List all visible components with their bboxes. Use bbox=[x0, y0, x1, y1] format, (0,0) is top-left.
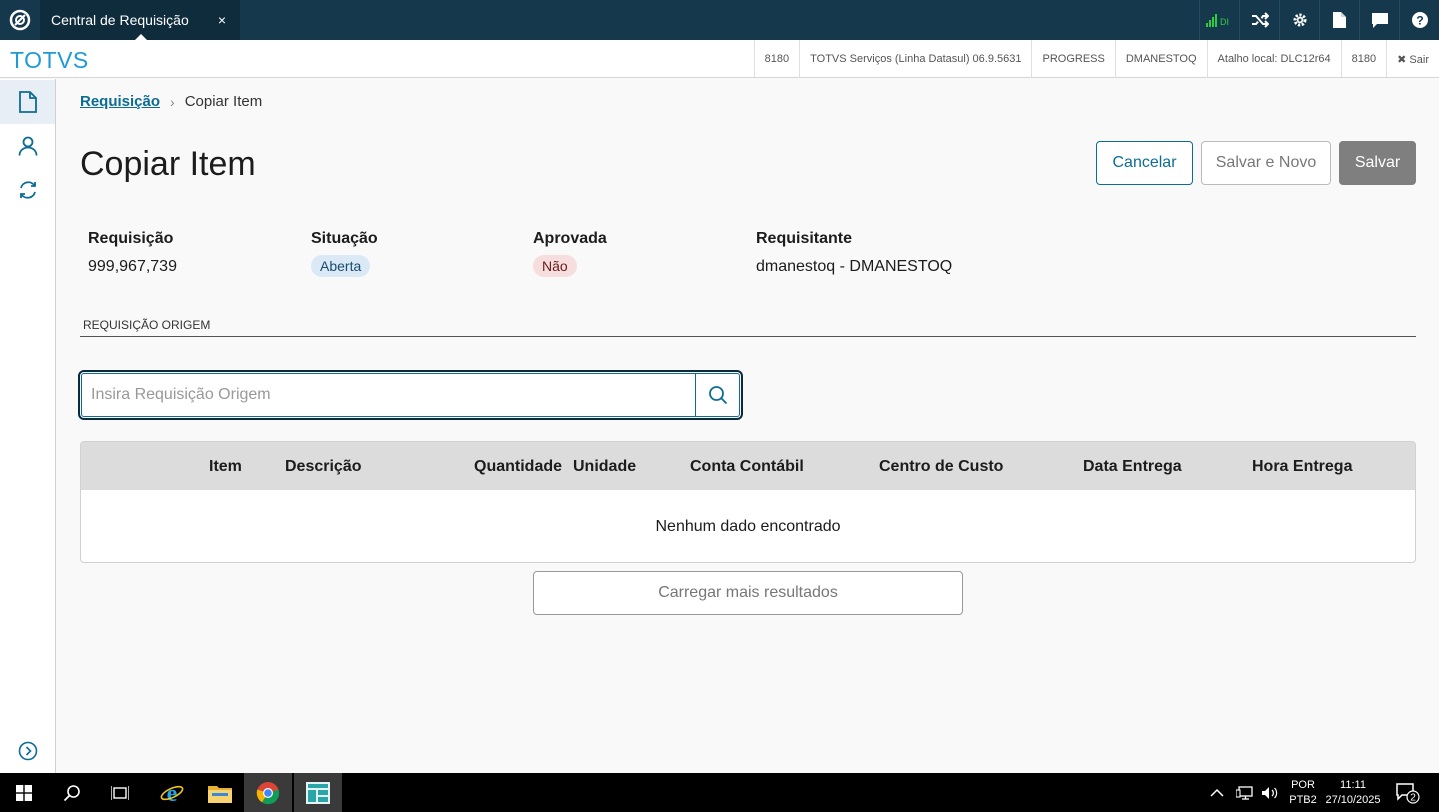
clock-date: 27/10/2025 bbox=[1325, 794, 1381, 806]
sidebar-expand-button[interactable] bbox=[0, 729, 55, 773]
sidebar-item-refresh[interactable] bbox=[0, 168, 55, 212]
file-icon bbox=[18, 91, 37, 113]
field-requisicao-label: Requisição bbox=[88, 230, 174, 247]
save-button[interactable]: Salvar bbox=[1339, 141, 1416, 185]
load-more-button[interactable]: Carregar mais resultados bbox=[533, 571, 963, 615]
file-explorer-icon[interactable] bbox=[196, 773, 244, 812]
field-situacao: Situação Aberta bbox=[311, 230, 378, 277]
volume-icon[interactable] bbox=[1261, 773, 1279, 812]
totvs-logo-icon[interactable] bbox=[0, 0, 40, 40]
exit-button[interactable]: ✖ Sair bbox=[1386, 40, 1439, 78]
remote-app-icon[interactable] bbox=[294, 773, 342, 812]
show-hidden-icons-chevron-up-icon[interactable] bbox=[1210, 773, 1224, 812]
windows-start-icon[interactable] bbox=[0, 773, 48, 812]
column-header-centro-custo[interactable]: Centro de Custo bbox=[879, 458, 1003, 476]
tab-close-icon[interactable]: × bbox=[218, 12, 226, 28]
breadcrumb-link-requisicao[interactable]: Requisição bbox=[80, 93, 160, 110]
sidebar-item-user[interactable] bbox=[0, 124, 55, 168]
signal-label: DI bbox=[1220, 17, 1229, 27]
clock-time: 11:11 bbox=[1340, 779, 1366, 791]
connection-signal-icon: DI bbox=[1199, 0, 1239, 40]
gear-icon[interactable] bbox=[1279, 0, 1319, 40]
app-titlebar: Central de Requisição × DI ? bbox=[0, 0, 1439, 40]
breadcrumb-current: Copiar Item bbox=[184, 93, 263, 110]
field-aprovada: Aprovada Não bbox=[533, 230, 607, 277]
document-icon[interactable] bbox=[1319, 0, 1359, 40]
chevron-right-circle-icon bbox=[18, 741, 37, 761]
cancel-button[interactable]: Cancelar bbox=[1096, 141, 1193, 185]
table-empty-message: Nenhum dado encontrado bbox=[655, 518, 841, 535]
chrome-icon[interactable] bbox=[244, 773, 292, 812]
svg-text:?: ? bbox=[1416, 14, 1423, 28]
keyboard-layout: PTB2 bbox=[1289, 794, 1317, 806]
section-divider bbox=[80, 336, 1416, 337]
svg-text:e: e bbox=[167, 781, 178, 805]
tab-central-requisicao[interactable]: Central de Requisição × bbox=[40, 0, 240, 40]
field-aprovada-label: Aprovada bbox=[533, 230, 607, 247]
breadcrumb: Requisição › Copiar Item bbox=[80, 93, 262, 110]
notifications-icon[interactable]: 2 bbox=[1396, 773, 1420, 812]
os-taskbar: e POR PTB2 11:11 27/10/2025 2 bbox=[0, 773, 1439, 812]
status-badge-situacao: Aberta bbox=[311, 255, 371, 277]
chat-icon[interactable] bbox=[1359, 0, 1399, 40]
notifications-count: 2 bbox=[1410, 792, 1416, 803]
breadcrumb-separator-icon: › bbox=[170, 93, 175, 110]
column-header-conta-contabil[interactable]: Conta Contábil bbox=[690, 458, 804, 476]
language-indicator[interactable]: POR PTB2 bbox=[1283, 778, 1323, 808]
field-requisicao: Requisição 999,967,739 bbox=[88, 230, 177, 276]
internet-explorer-icon[interactable]: e bbox=[148, 773, 196, 812]
status-badge-aprovada: Não bbox=[533, 255, 577, 277]
column-header-quantidade[interactable]: Quantidade bbox=[474, 458, 562, 476]
language-code: POR bbox=[1291, 779, 1315, 791]
search-input[interactable] bbox=[82, 374, 695, 416]
info-user: DMANESTOQ bbox=[1114, 40, 1207, 78]
field-requisicao-value: 999,967,739 bbox=[88, 258, 177, 275]
search-field-focus-ring bbox=[78, 370, 743, 420]
help-icon[interactable]: ? bbox=[1399, 0, 1439, 40]
sidebar-item-requisicao[interactable] bbox=[0, 80, 55, 124]
task-view-icon[interactable] bbox=[96, 773, 144, 812]
column-header-descricao[interactable]: Descrição bbox=[285, 458, 362, 476]
field-requisitante: Requisitante dmanestoq - DMANESTOQ bbox=[756, 230, 952, 276]
search-field bbox=[81, 373, 740, 417]
shuffle-icon[interactable] bbox=[1239, 0, 1279, 40]
field-requisitante-value: dmanestoq - DMANESTOQ bbox=[756, 258, 953, 275]
search-button[interactable] bbox=[695, 374, 739, 416]
info-product-version: TOTVS Serviços (Linha Datasul) 06.9.5631 bbox=[799, 40, 1031, 78]
info-establishment: 8180 bbox=[1340, 40, 1386, 78]
page-title: Copiar Item bbox=[80, 145, 256, 183]
section-title-requisicao-origem: REQUISIÇÃO ORIGEM bbox=[83, 318, 211, 332]
side-menu bbox=[0, 79, 56, 773]
field-requisitante-label: Requisitante bbox=[756, 230, 853, 247]
environment-info: 8180 TOTVS Serviços (Linha Datasul) 06.9… bbox=[753, 40, 1439, 78]
refresh-icon bbox=[19, 181, 36, 199]
items-table: Item Descrição Quantidade Unidade Conta … bbox=[80, 441, 1416, 563]
info-database: PROGRESS bbox=[1031, 40, 1114, 78]
column-header-hora-entrega[interactable]: Hora Entrega bbox=[1252, 458, 1352, 476]
search-icon bbox=[708, 386, 727, 405]
column-header-item[interactable]: Item bbox=[209, 458, 242, 476]
search-taskbar-icon[interactable] bbox=[48, 773, 96, 812]
network-icon[interactable] bbox=[1236, 773, 1254, 812]
info-company-code: 8180 bbox=[753, 40, 799, 78]
tab-title: Central de Requisição bbox=[51, 12, 189, 28]
table-header: Item Descrição Quantidade Unidade Conta … bbox=[81, 442, 1415, 490]
column-header-unidade[interactable]: Unidade bbox=[573, 458, 636, 476]
save-and-new-button[interactable]: Salvar e Novo bbox=[1201, 141, 1331, 185]
column-header-data-entrega[interactable]: Data Entrega bbox=[1083, 458, 1182, 476]
system-clock[interactable]: 11:11 27/10/2025 bbox=[1318, 778, 1388, 808]
user-icon bbox=[18, 136, 37, 156]
brand-logo: TOTVS bbox=[10, 47, 89, 73]
info-shortcut: Atalho local: DLC12r64 bbox=[1206, 40, 1341, 78]
field-situacao-label: Situação bbox=[311, 230, 378, 247]
